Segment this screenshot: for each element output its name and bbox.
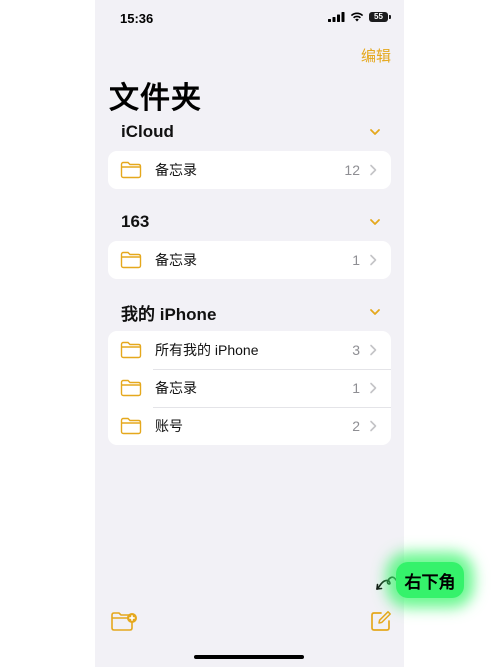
chevron-right-icon <box>370 344 377 356</box>
folder-name: 备忘录 <box>155 252 197 268</box>
chevron-right-icon <box>370 420 377 432</box>
folder-name: 备忘录 <box>155 162 197 178</box>
battery-level: 55 <box>374 12 383 21</box>
battery-icon: 55 <box>369 12 391 22</box>
home-indicator <box>194 655 304 659</box>
folder-icon <box>120 161 142 179</box>
folder-count: 2 <box>352 418 360 434</box>
phone-screen: 15:36 55 编辑 文件夹 iCloud 备忘录 12 163 备忘录 1 … <box>95 0 404 667</box>
wifi-icon <box>350 12 364 22</box>
chevron-down-icon[interactable] <box>369 306 381 318</box>
folder-row[interactable]: 备忘录 1 <box>108 241 391 279</box>
folder-row[interactable]: 备忘录 12 <box>108 151 391 189</box>
chevron-down-icon[interactable] <box>369 216 381 228</box>
folder-row[interactable]: 账号 2 <box>108 407 391 445</box>
folder-group-163: 备忘录 1 <box>108 241 391 279</box>
curved-arrow-icon <box>376 576 397 590</box>
page-title: 文件夹 <box>109 82 202 115</box>
folder-name: 备忘录 <box>155 380 197 396</box>
folder-count: 12 <box>344 162 360 178</box>
folder-icon <box>120 379 142 397</box>
folder-count: 1 <box>352 380 360 396</box>
chevron-down-icon[interactable] <box>369 126 381 138</box>
annotation-label: 右下角 <box>396 562 464 598</box>
chevron-right-icon <box>370 254 377 266</box>
section-title: 163 <box>121 212 150 231</box>
edit-button[interactable]: 编辑 <box>361 45 391 66</box>
signal-icon <box>328 12 345 22</box>
section-header-my-iphone[interactable]: 我的 iPhone <box>121 300 381 324</box>
folder-name: 账号 <box>155 418 183 434</box>
folder-icon <box>120 417 142 435</box>
folder-count: 3 <box>352 342 360 358</box>
status-time: 15:36 <box>120 11 154 26</box>
folder-row[interactable]: 备忘录 1 <box>108 369 391 407</box>
section-title: 我的 iPhone <box>121 304 217 324</box>
folder-icon <box>120 341 142 359</box>
chevron-right-icon <box>370 382 377 394</box>
section-title: iCloud <box>121 122 174 141</box>
folder-count: 1 <box>352 252 360 268</box>
folder-icon <box>120 251 142 269</box>
folder-group-my-iphone: 所有我的 iPhone 3 备忘录 1 账号 2 <box>108 331 391 445</box>
chevron-right-icon <box>370 164 377 176</box>
folder-name: 所有我的 iPhone <box>155 342 259 358</box>
new-folder-icon[interactable] <box>110 609 138 633</box>
folder-row[interactable]: 所有我的 iPhone 3 <box>108 331 391 369</box>
compose-icon[interactable] <box>370 610 392 632</box>
folder-group-icloud: 备忘录 12 <box>108 151 391 189</box>
section-header-icloud[interactable]: iCloud <box>121 120 381 144</box>
status-bar: 15:36 55 <box>95 0 404 36</box>
section-header-163[interactable]: 163 <box>121 210 381 234</box>
status-icons: 55 <box>328 12 391 22</box>
